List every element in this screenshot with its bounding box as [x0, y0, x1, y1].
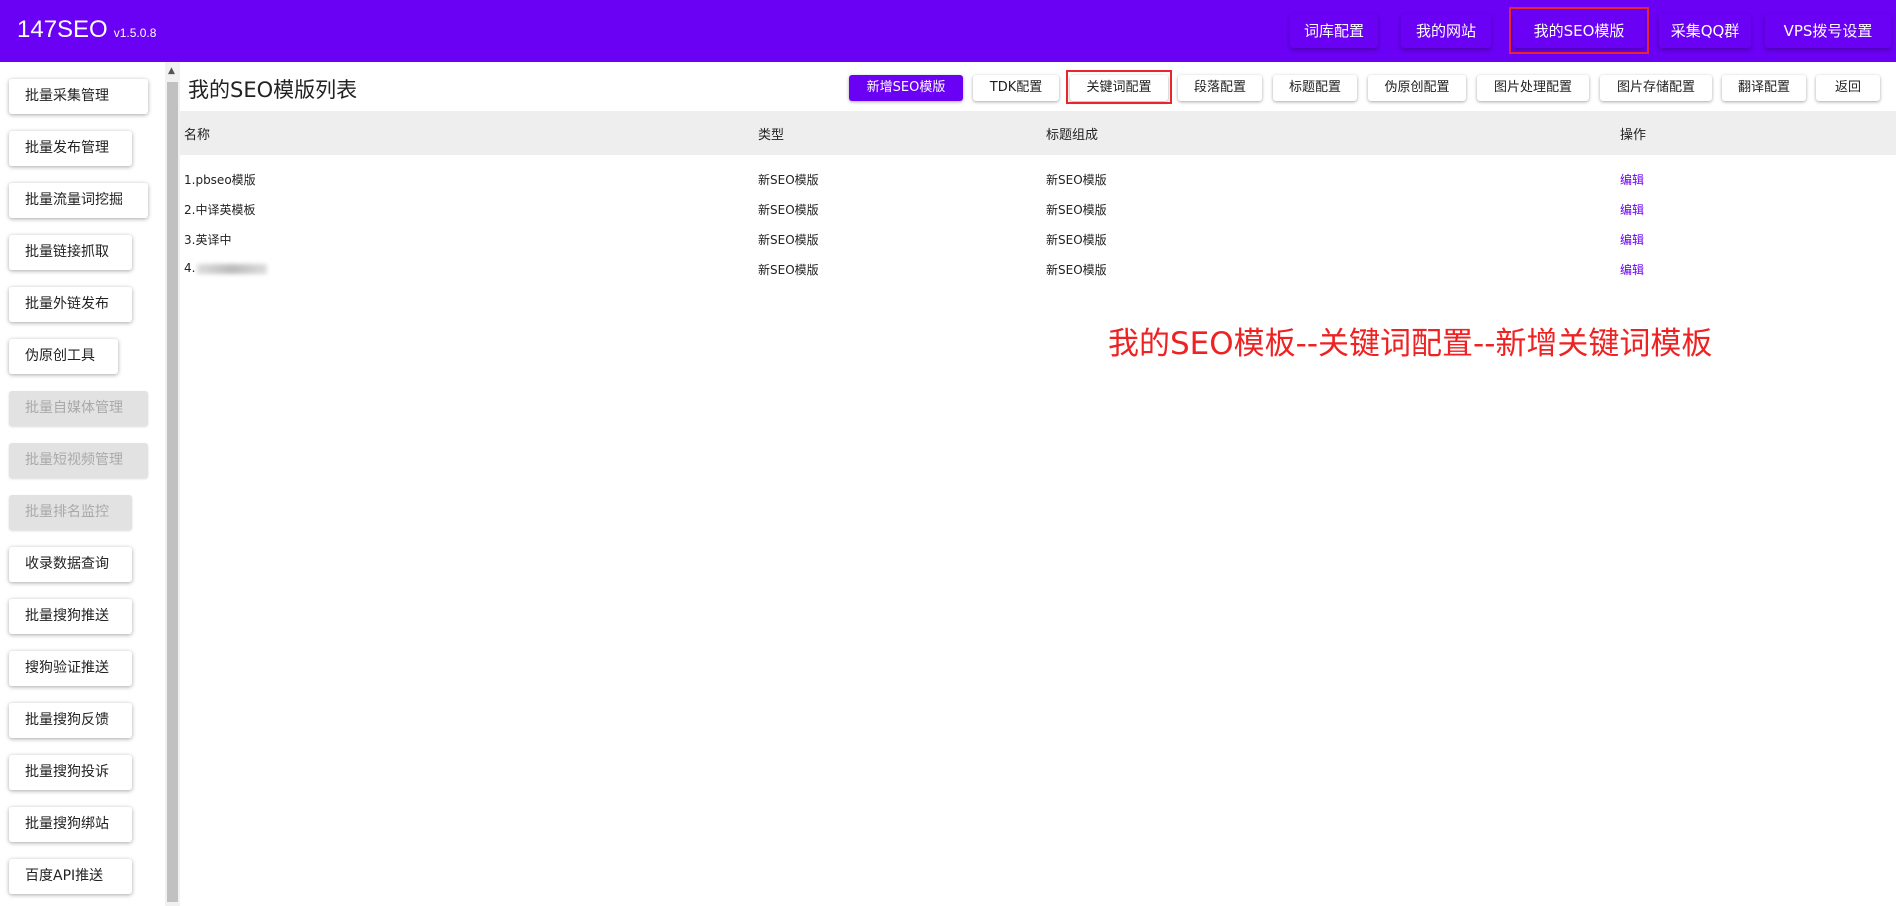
sidebar-item-self-media: 批量自媒体管理 — [9, 391, 148, 426]
cell-name-text: 4. — [184, 261, 196, 275]
table-row: 1.pbseo模版 新SEO模版 新SEO模版 编辑 — [180, 163, 1896, 193]
sidebar-item-pseudo-original[interactable]: 伪原创工具 — [9, 339, 118, 374]
table-row: 2.中译英模板 新SEO模版 新SEO模版 编辑 — [180, 193, 1896, 223]
column-header-type: 类型 — [758, 128, 785, 143]
app-brand: 147SEO v1.5.0.8 — [17, 16, 156, 44]
column-header-name: 名称 — [184, 128, 211, 143]
sidebar-item-sogou-bind[interactable]: 批量搜狗绑站 — [9, 807, 132, 842]
sidebar-item-external-links[interactable]: 批量外链发布 — [9, 287, 132, 322]
table-row: 3.英译中 新SEO模版 新SEO模版 编辑 — [180, 223, 1896, 253]
cell-name: 4. — [184, 261, 268, 275]
cell-type: 新SEO模版 — [758, 233, 819, 247]
nav-my-sites[interactable]: 我的网站 — [1401, 14, 1491, 48]
cell-type: 新SEO模版 — [758, 263, 819, 277]
sidebar-item-batch-publish[interactable]: 批量发布管理 — [9, 131, 132, 166]
image-storage-config-button[interactable]: 图片存储配置 — [1600, 75, 1712, 101]
edit-link[interactable]: 编辑 — [1620, 201, 1644, 218]
back-button[interactable]: 返回 — [1816, 75, 1880, 101]
main-content: 我的SEO模版列表 新增SEO模版 TDK配置 关键词配置 段落配置 标题配置 … — [180, 62, 1896, 906]
nav-collect-qq-groups[interactable]: 采集QQ群 — [1659, 14, 1751, 48]
cell-name: 3.英译中 — [184, 233, 232, 247]
edit-link[interactable]: 编辑 — [1620, 231, 1644, 248]
sidebar-item-sogou-complaint[interactable]: 批量搜狗投诉 — [9, 755, 132, 790]
cell-title-composition: 新SEO模版 — [1046, 263, 1107, 277]
sidebar-item-baidu-api-push[interactable]: 百度API推送 — [9, 859, 132, 894]
sidebar-item-batch-collect[interactable]: 批量采集管理 — [9, 79, 148, 114]
cell-type: 新SEO模版 — [758, 203, 819, 217]
cell-title-composition: 新SEO模版 — [1046, 203, 1107, 217]
sidebar-item-sogou-verify-push[interactable]: 搜狗验证推送 — [9, 651, 132, 686]
tdk-config-button[interactable]: TDK配置 — [973, 75, 1059, 101]
cell-type: 新SEO模版 — [758, 173, 819, 187]
blurred-text — [197, 263, 268, 274]
sidebar-item-rank-monitor: 批量排名监控 — [9, 495, 132, 530]
annotation-text: 我的SEO模板--关键词配置--新增关键词模板 — [1108, 326, 1713, 362]
table-row: 4. 新SEO模版 新SEO模版 编辑 — [180, 253, 1896, 283]
paragraph-config-button[interactable]: 段落配置 — [1178, 75, 1262, 101]
sidebar-item-traffic-keywords[interactable]: 批量流量词挖掘 — [9, 183, 148, 218]
nav-vps-dialup-settings[interactable]: VPS拨号设置 — [1765, 14, 1891, 48]
column-header-title-composition: 标题组成 — [1046, 128, 1099, 143]
add-seo-template-button[interactable]: 新增SEO模版 — [849, 75, 963, 101]
page-title: 我的SEO模版列表 — [188, 78, 358, 102]
sidebar-item-sogou-feedback[interactable]: 批量搜狗反馈 — [9, 703, 132, 738]
sidebar-item-index-query[interactable]: 收录数据查询 — [9, 547, 132, 582]
image-processing-config-button[interactable]: 图片处理配置 — [1477, 75, 1589, 101]
sidebar-scrollbar[interactable]: ▲ — [165, 62, 180, 906]
translation-config-button[interactable]: 翻译配置 — [1722, 75, 1806, 101]
sidebar-item-sogou-push[interactable]: 批量搜狗推送 — [9, 599, 132, 634]
keyword-config-highlight-box — [1066, 70, 1172, 104]
sidebar: 批量采集管理 批量发布管理 批量流量词挖掘 批量链接抓取 批量外链发布 伪原创工… — [0, 62, 165, 906]
nav-lexicon-config[interactable]: 词库配置 — [1290, 14, 1378, 48]
edit-link[interactable]: 编辑 — [1620, 171, 1644, 188]
cell-name: 1.pbseo模版 — [184, 173, 256, 187]
app-name: 147SEO — [17, 16, 108, 43]
app-version: v1.5.0.8 — [113, 26, 157, 40]
cell-name: 2.中译英模板 — [184, 203, 256, 217]
cell-title-composition: 新SEO模版 — [1046, 233, 1107, 247]
table-header: 名称 类型 标题组成 操作 — [180, 111, 1896, 155]
title-config-button[interactable]: 标题配置 — [1273, 75, 1357, 101]
scrollbar-thumb[interactable] — [167, 82, 178, 902]
column-header-actions: 操作 — [1620, 128, 1647, 143]
pseudo-original-config-button[interactable]: 伪原创配置 — [1368, 75, 1466, 101]
scroll-up-icon[interactable]: ▲ — [168, 66, 175, 76]
edit-link[interactable]: 编辑 — [1620, 261, 1644, 278]
sidebar-item-short-video: 批量短视频管理 — [9, 443, 148, 478]
top-bar: 147SEO v1.5.0.8 词库配置 我的网站 我的SEO模版 采集QQ群 V… — [0, 0, 1896, 62]
cell-title-composition: 新SEO模版 — [1046, 173, 1107, 187]
nav-highlight-box — [1509, 7, 1649, 54]
sidebar-item-link-crawl[interactable]: 批量链接抓取 — [9, 235, 132, 270]
